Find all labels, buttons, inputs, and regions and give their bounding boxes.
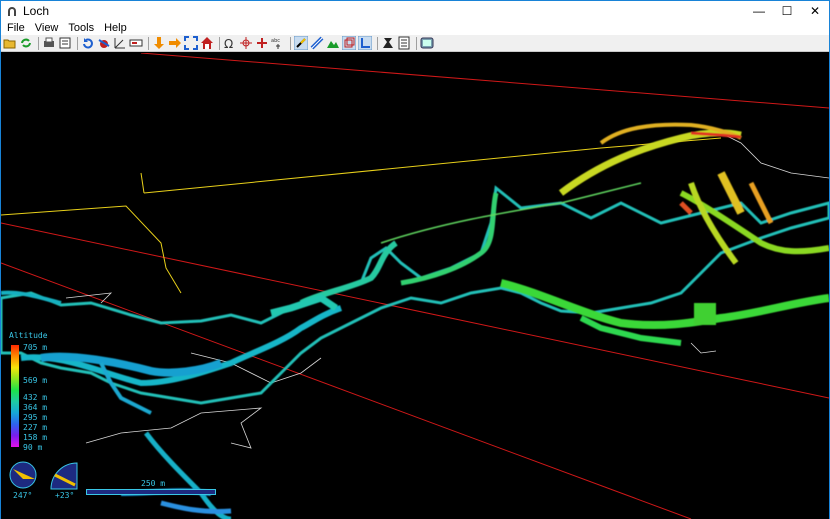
- compass-tilt-icon: [50, 462, 78, 490]
- measure-button[interactable]: [113, 36, 127, 50]
- labels-button[interactable]: abc: [271, 36, 285, 50]
- print-button[interactable]: [42, 36, 56, 50]
- menu-tools[interactable]: Tools: [68, 22, 94, 34]
- export-button[interactable]: [58, 36, 72, 50]
- toolbar-separator: [290, 36, 291, 50]
- open-button[interactable]: [3, 36, 17, 50]
- lrud-icon: Ω: [224, 37, 233, 50]
- tilt-icon: [98, 39, 110, 48]
- log-icon: [420, 37, 434, 49]
- legend-label: 90 m: [23, 443, 43, 452]
- app-logo-icon: [8, 7, 16, 16]
- stations-button[interactable]: [239, 36, 253, 50]
- surface-icon: [327, 41, 339, 48]
- toolbar-separator: [377, 36, 378, 50]
- survey-tree-button[interactable]: [381, 36, 395, 50]
- entrances-button[interactable]: [255, 36, 269, 50]
- menu-help[interactable]: Help: [104, 22, 127, 34]
- menu-file[interactable]: File: [7, 22, 25, 34]
- entrances-icon: [257, 38, 267, 48]
- tilt-button[interactable]: [97, 36, 111, 50]
- legend-label: 569 m: [23, 376, 48, 385]
- bounding-box: [1, 53, 829, 519]
- altitude-legend: Altitude 705 m 569 m 432 m 364 m 295 m 2…: [9, 331, 69, 456]
- scale-bar: [86, 489, 216, 495]
- labels-icon: abc: [271, 38, 280, 49]
- properties-button[interactable]: [397, 36, 411, 50]
- home-icon: [201, 37, 213, 49]
- svg-text:Ω: Ω: [224, 37, 233, 50]
- app-window: Loch — ☐ ✕ File View Tools Help Ω abc Al…: [0, 0, 830, 519]
- legend-label: 705 m: [23, 343, 48, 352]
- axes-icon: [358, 36, 372, 50]
- open-icon: [3, 39, 16, 49]
- view-down-icon: [154, 37, 164, 49]
- menu-bar: File View Tools Help: [1, 21, 829, 35]
- centerline-icon: [294, 36, 308, 50]
- title-bar[interactable]: Loch — ☐ ✕: [1, 1, 829, 21]
- properties-icon: [398, 36, 410, 50]
- axes-button[interactable]: [358, 36, 372, 50]
- legend-color-bar: [11, 345, 19, 447]
- lrud-button[interactable]: Ω: [223, 36, 237, 50]
- cave-model-render: [1, 53, 829, 519]
- fullscreen-icon: [184, 36, 198, 50]
- view-right-icon: [169, 38, 181, 48]
- export-icon: [59, 37, 71, 49]
- reload-icon: [21, 38, 31, 48]
- measure-icon: [114, 38, 125, 49]
- svg-text:abc: abc: [271, 38, 280, 44]
- home-button[interactable]: [200, 36, 214, 50]
- legend-label: 364 m: [23, 403, 48, 412]
- walls-button[interactable]: [310, 36, 324, 50]
- toolbar-separator: [77, 36, 78, 50]
- maximize-button[interactable]: ☐: [773, 1, 801, 21]
- legend-label: 158 m: [23, 433, 48, 442]
- tilt-readout: +23°: [55, 491, 75, 500]
- scale-label: 250 m: [141, 479, 166, 488]
- toolbar-separator: [148, 36, 149, 50]
- surface-button[interactable]: [326, 36, 340, 50]
- legend-label: 295 m: [23, 413, 48, 422]
- print-icon: [44, 37, 54, 47]
- compass-rotation-icon: [9, 461, 37, 489]
- log-button[interactable]: [420, 36, 434, 50]
- minimize-button[interactable]: —: [745, 1, 773, 21]
- legend-label: 227 m: [23, 423, 48, 432]
- window-title: Loch: [23, 4, 50, 18]
- 3d-viewport[interactable]: Altitude 705 m 569 m 432 m 364 m 295 m 2…: [1, 53, 829, 519]
- toolbar-separator: [416, 36, 417, 50]
- close-icon: ✕: [809, 4, 821, 18]
- maximize-icon: ☐: [781, 4, 793, 18]
- menu-view[interactable]: View: [35, 22, 59, 34]
- toolbar-separator: [219, 36, 220, 50]
- fullscreen-button[interactable]: [184, 36, 198, 50]
- view-down-button[interactable]: [152, 36, 166, 50]
- toolbar-separator: [38, 36, 39, 50]
- cave-passages: [1, 122, 829, 519]
- centerline-button[interactable]: [294, 36, 308, 50]
- box-icon: [342, 36, 356, 50]
- survey-tree-icon: [383, 38, 393, 48]
- rotate-button[interactable]: [81, 36, 95, 50]
- legend-label: 432 m: [23, 393, 48, 402]
- legend-title: Altitude: [9, 331, 48, 340]
- stations-icon: [240, 37, 252, 49]
- toolbar: Ω abc: [1, 35, 829, 52]
- walls-icon: [310, 36, 324, 50]
- minimize-icon: —: [753, 4, 765, 18]
- rotation-readout: 247°: [13, 491, 33, 500]
- view-right-button[interactable]: [168, 36, 182, 50]
- info-icon: [129, 39, 143, 47]
- close-button[interactable]: ✕: [801, 1, 829, 21]
- reload-button[interactable]: [19, 36, 33, 50]
- box-button[interactable]: [342, 36, 356, 50]
- info-button[interactable]: [129, 36, 143, 50]
- rotate-icon: [83, 38, 93, 49]
